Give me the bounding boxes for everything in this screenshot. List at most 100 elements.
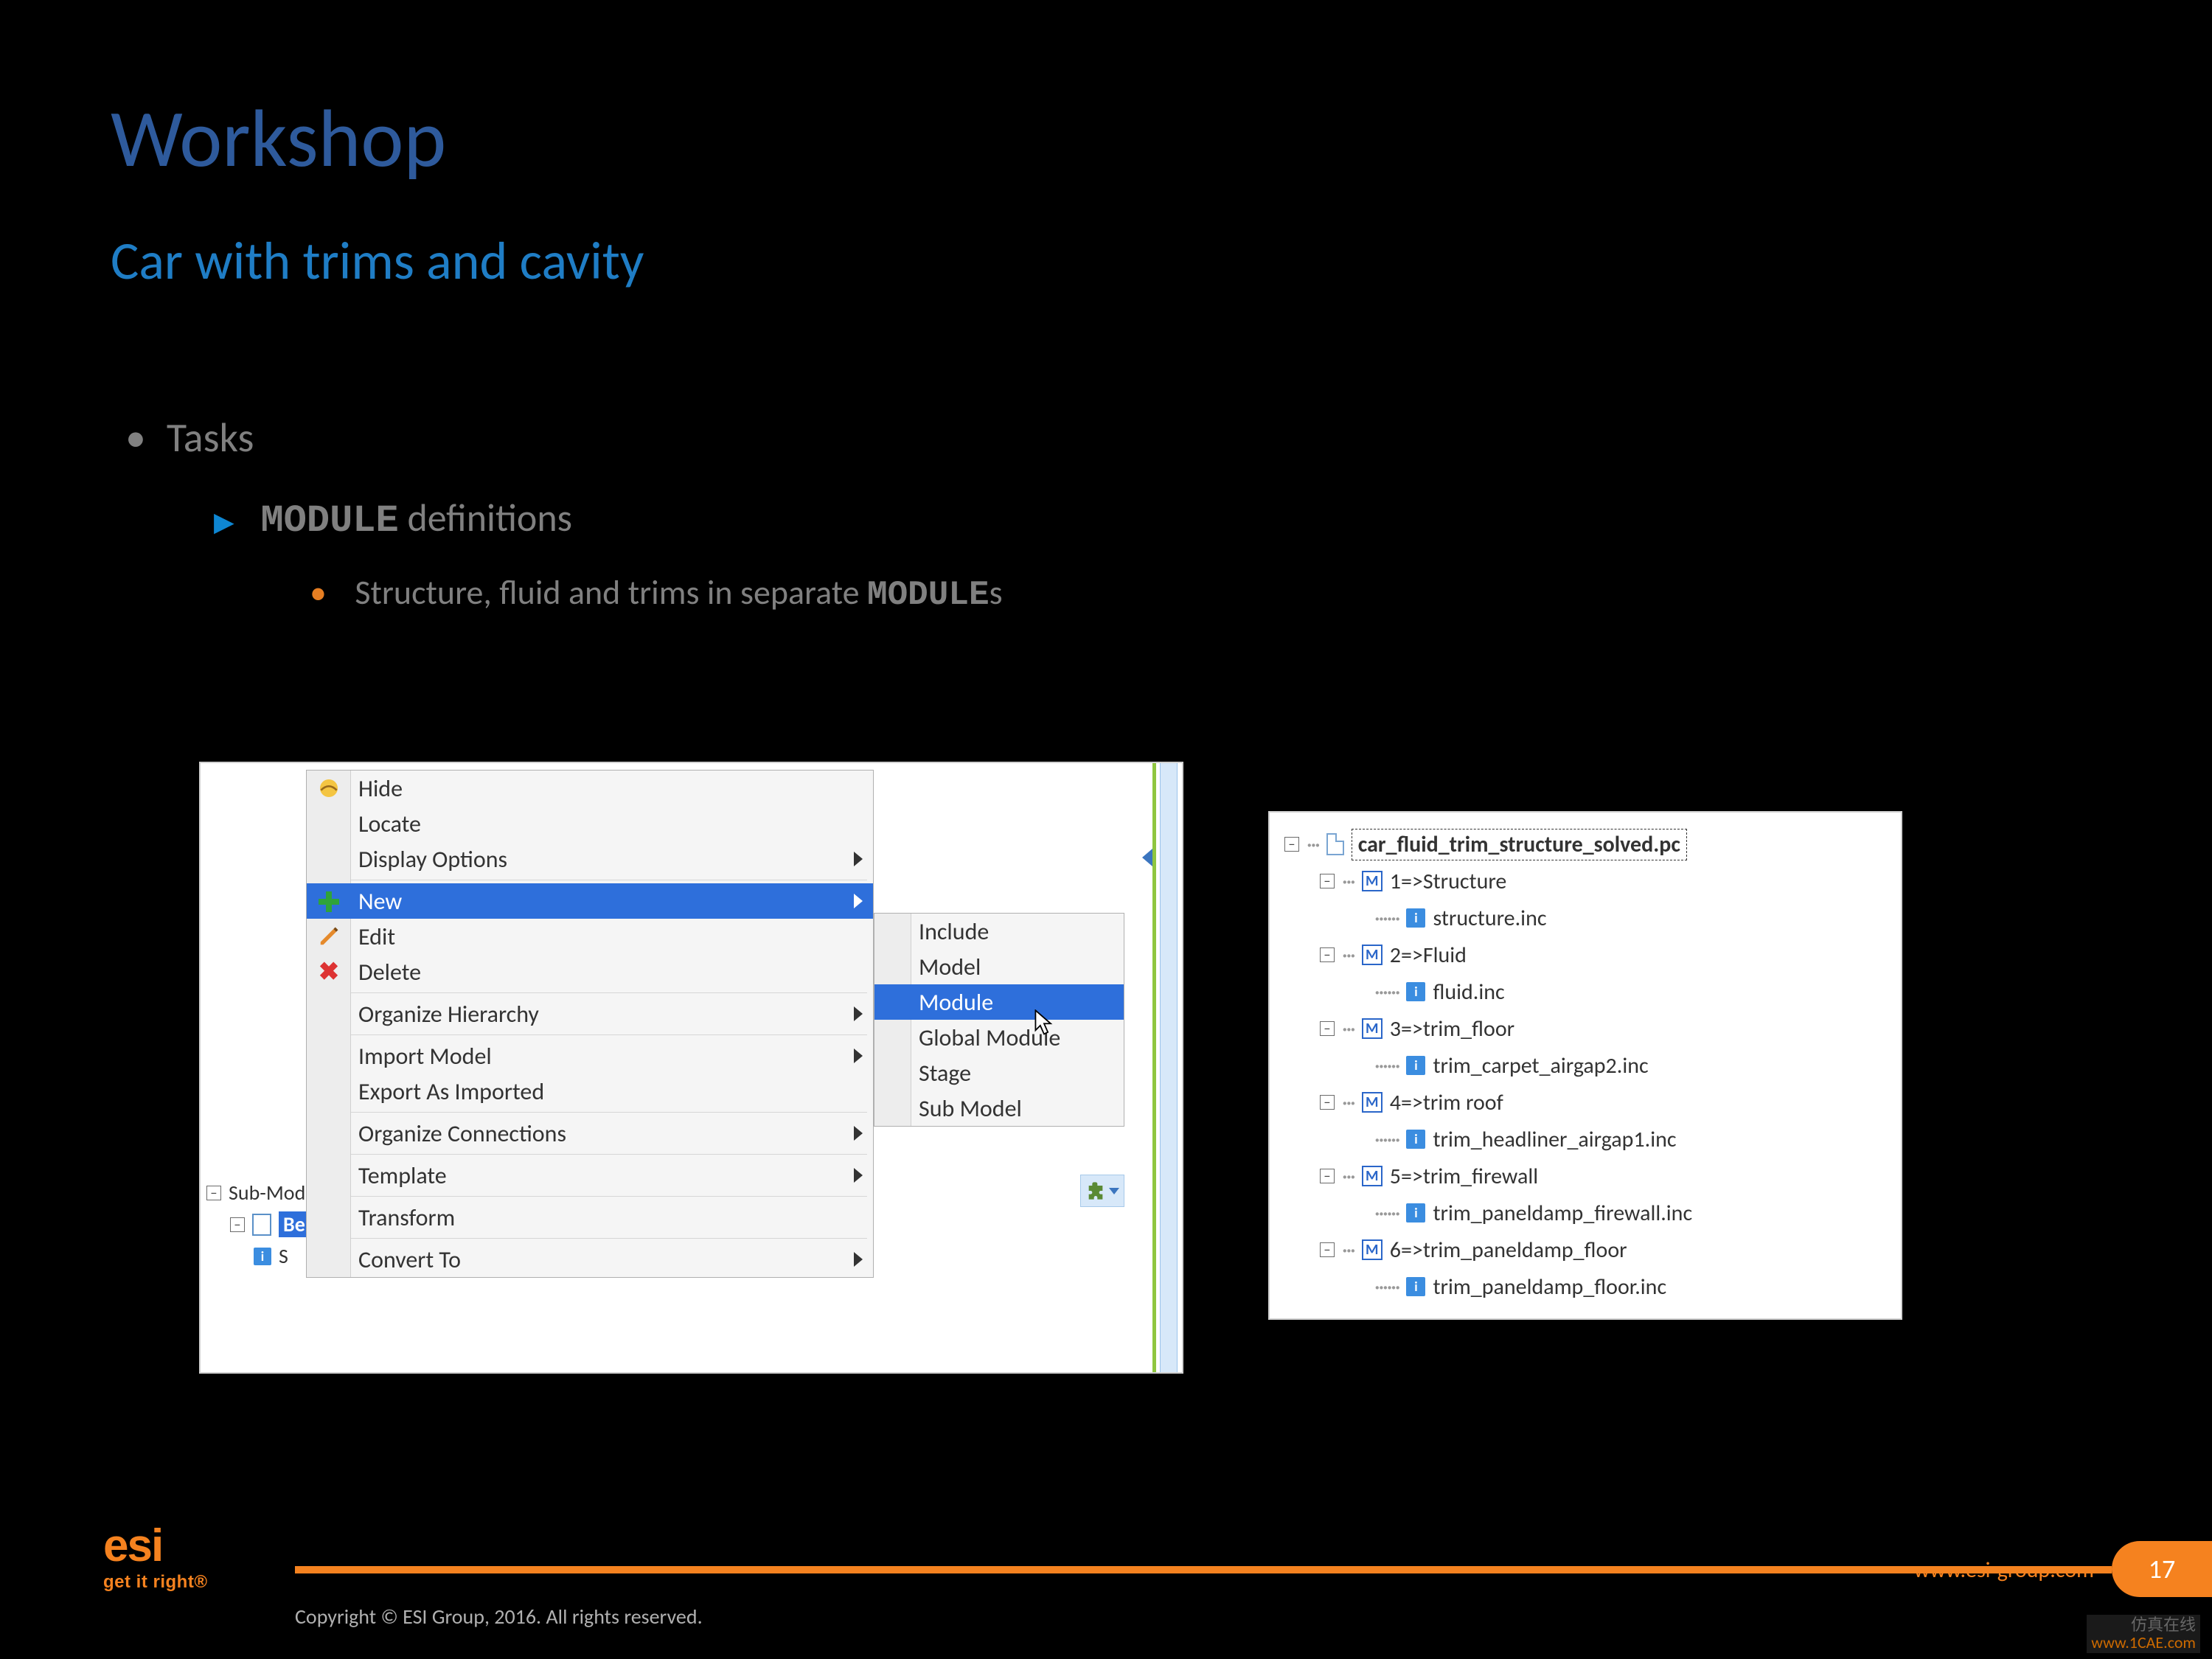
submenu-arrow-icon — [854, 852, 863, 866]
slide-subtitle: Car with trims and cavity — [111, 229, 644, 293]
menu-item-label: Export As Imported — [358, 1077, 544, 1106]
tree-node[interactable]: ······itrim_carpet_airgap2.inc — [1280, 1047, 1891, 1084]
tree-expander[interactable]: − — [1284, 837, 1299, 852]
tree-node[interactable]: ······itrim_headliner_airgap1.inc — [1280, 1121, 1891, 1158]
tree-node-label: 5=>trim_firewall — [1390, 1163, 1538, 1190]
submenu-item-global-module[interactable]: Global Module — [874, 1020, 1124, 1055]
tree-expander[interactable]: − — [1320, 1169, 1335, 1183]
menu-item-label: Delete — [358, 958, 421, 987]
tree-node-label: trim_paneldamp_floor.inc — [1433, 1273, 1666, 1301]
tree-node-label: fluid.inc — [1433, 978, 1504, 1006]
menu-item-organize-connections[interactable]: Organize Connections — [307, 1116, 873, 1151]
context-menu: Hide Locate Display Options New Edit Delete ✖ O… — [306, 770, 874, 1278]
tree-expander[interactable]: − — [1320, 874, 1335, 888]
tree-node[interactable]: −···M6=>trim_paneldamp_floor — [1280, 1231, 1891, 1268]
tree-expander[interactable]: − — [1320, 1021, 1335, 1036]
plus-icon — [317, 889, 341, 913]
tree-node[interactable]: ······ i fluid.inc — [1280, 973, 1891, 1010]
pencil-icon — [317, 925, 341, 948]
tree-expander[interactable]: − — [1320, 1242, 1335, 1257]
menu-item-template[interactable]: Template — [307, 1158, 873, 1193]
menu-item-edit[interactable]: Edit — [307, 919, 873, 954]
menu-item-label: Hide — [358, 774, 403, 803]
menu-item-convert-to[interactable]: Convert To — [307, 1242, 873, 1277]
tree-expander[interactable]: − — [1320, 947, 1335, 962]
menu-item-label: Convert To — [358, 1245, 461, 1274]
tree-node-label: trim_paneldamp_firewall.inc — [1433, 1200, 1692, 1227]
menu-item-label: Locate — [358, 810, 421, 838]
menu-item-delete[interactable]: Delete ✖ — [307, 954, 873, 990]
page-number-badge: 17 — [2112, 1541, 2212, 1597]
x-icon: ✖ — [317, 960, 341, 984]
menu-item-organize-hierarchy[interactable]: Organize Hierarchy — [307, 996, 873, 1032]
tree-node-label: 4=>trim roof — [1390, 1089, 1503, 1116]
screenshot-context-menu: − Sub-Mod − Beis i S HideLocateDisplay O… — [199, 762, 1183, 1374]
include-icon: i — [1406, 1203, 1425, 1222]
menu-item-hide[interactable]: Hide — [307, 771, 873, 806]
menu-item-transform[interactable]: Transform — [307, 1200, 873, 1235]
tree-node[interactable]: −···M4=>trim roof — [1280, 1084, 1891, 1121]
tree-expander[interactable]: − — [1320, 1095, 1335, 1110]
bullet-structure-fluid-trims: • Structure, fluid and trims in separate… — [310, 572, 1003, 614]
menu-item-label: Template — [358, 1161, 447, 1190]
tree-connector: ······ — [1374, 1200, 1399, 1227]
menu-item-export-as-imported[interactable]: Export As Imported — [307, 1074, 873, 1109]
tree-node[interactable]: ······ i trim_paneldamp_firewall.inc — [1280, 1194, 1891, 1231]
tree-expander[interactable]: − — [230, 1217, 245, 1232]
submenu-item-include[interactable]: Include — [874, 914, 1124, 949]
menu-separator — [351, 1196, 867, 1197]
tree-node[interactable]: −···car_fluid_trim_structure_solved.pc — [1280, 826, 1891, 863]
tree-node[interactable]: −···M5=>trim_firewall — [1280, 1158, 1891, 1194]
module-icon: M — [1362, 1166, 1382, 1186]
menu-item-display-options[interactable]: Display Options — [307, 841, 873, 877]
tree-root-label[interactable]: Sub-Mod — [229, 1180, 305, 1206]
submenu-item-module[interactable]: Module — [874, 984, 1124, 1020]
menu-item-label: New — [358, 887, 402, 916]
menu-item-new[interactable]: New — [307, 883, 873, 919]
esi-logo: esi get it right® — [103, 1520, 208, 1593]
tree-node-label: 3=>trim_floor — [1390, 1015, 1514, 1043]
tree-node[interactable]: ······itrim_paneldamp_floor.inc — [1280, 1268, 1891, 1305]
menu-item-label: Organize Connections — [358, 1119, 566, 1148]
document-icon — [252, 1214, 271, 1236]
tree-node[interactable]: −···M3=>trim_floor — [1280, 1010, 1891, 1047]
include-icon: i — [1406, 1130, 1425, 1149]
logo-text: esi — [103, 1520, 208, 1572]
footer-divider — [295, 1566, 2112, 1573]
tree-expander[interactable]: − — [206, 1186, 221, 1200]
submenu-arrow-icon — [854, 1252, 863, 1267]
menu-item-label: Display Options — [358, 845, 507, 874]
tree-connector: ··· — [1342, 1015, 1354, 1043]
panel-divider — [1152, 763, 1179, 1372]
bullet-module-definitions: ▶ MODULE definitions — [214, 494, 572, 543]
submenu-item-model[interactable]: Model — [874, 949, 1124, 984]
copyright-text: Copyright © ESI Group, 2016. All rights … — [295, 1604, 703, 1630]
puzzle-icon — [1085, 1180, 1106, 1201]
submenu-item-sub-model[interactable]: Sub Model — [874, 1091, 1124, 1126]
tree-connector: ······ — [1374, 905, 1399, 932]
menu-item-label: Transform — [358, 1203, 455, 1232]
tree-node[interactable]: −···M1=>Structure — [1280, 863, 1891, 900]
screenshot-module-tree: −···car_fluid_trim_structure_solved.pc−·… — [1268, 811, 1902, 1320]
menu-item-locate[interactable]: Locate — [307, 806, 873, 841]
menu-item-import-model[interactable]: Import Model — [307, 1038, 873, 1074]
tree-connector: ······ — [1374, 978, 1399, 1006]
tree-node-label: structure.inc — [1433, 905, 1546, 932]
menu-separator — [351, 1112, 867, 1113]
tree-node-label: trim_carpet_airgap2.inc — [1433, 1052, 1648, 1079]
module-icon: M — [1362, 871, 1382, 891]
menu-separator — [351, 1238, 867, 1239]
module-icon: M — [1362, 1092, 1382, 1113]
submenu-item-stage[interactable]: Stage — [874, 1055, 1124, 1091]
collapse-arrow-icon[interactable] — [1142, 849, 1152, 866]
tree-item-label[interactable]: S — [279, 1243, 288, 1269]
include-icon: i — [1406, 982, 1425, 1001]
footer-url: www.esi-group.com — [1914, 1557, 2094, 1584]
tree-node[interactable]: −···M2=>Fluid — [1280, 936, 1891, 973]
chevron-down-icon — [1109, 1188, 1119, 1194]
tree-node[interactable]: ······istructure.inc — [1280, 900, 1891, 936]
context-submenu-new: IncludeModelModuleGlobal ModuleStageSub … — [874, 913, 1124, 1127]
module-icon: M — [1362, 1239, 1382, 1260]
bullet-tasks: Tasks — [125, 413, 254, 463]
plugin-dropdown[interactable] — [1080, 1175, 1124, 1207]
